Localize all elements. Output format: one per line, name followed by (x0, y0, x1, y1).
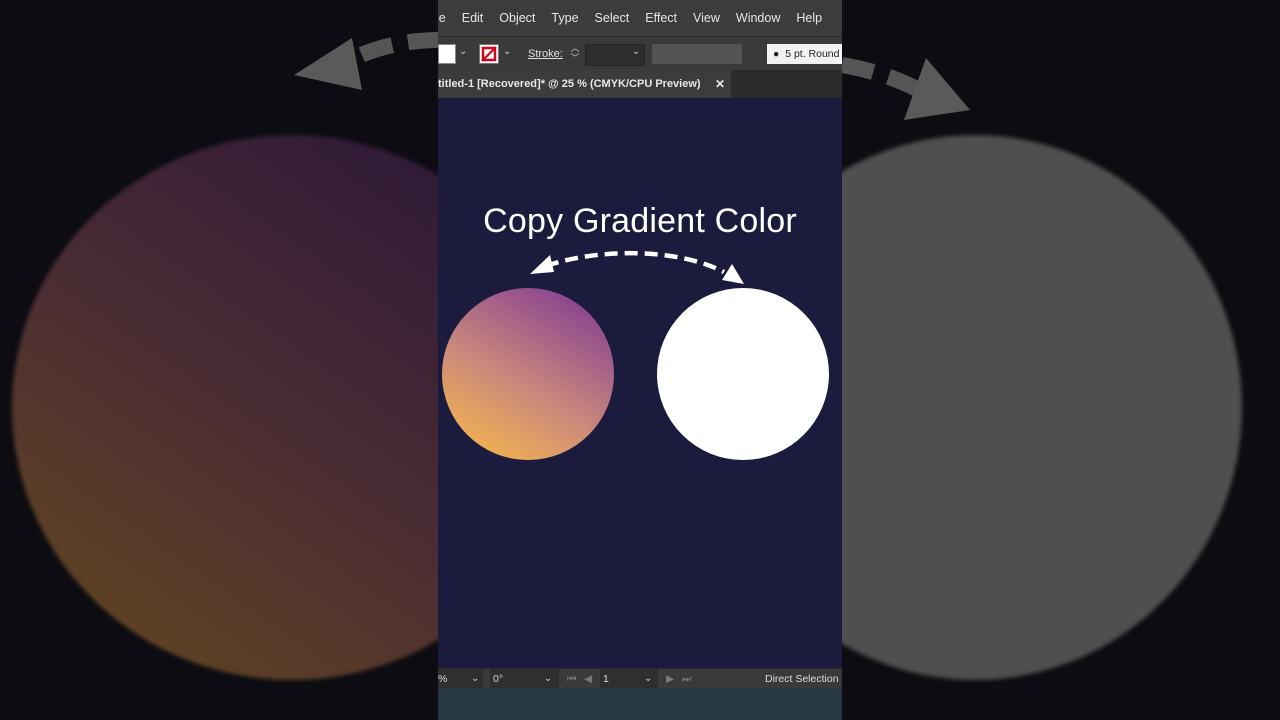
brush-dot-icon: ● (773, 48, 780, 60)
artboard-chevron-down-icon[interactable]: ⌄ (644, 669, 652, 689)
document-tab-title: titled-1 [Recovered]* @ 25 % (CMYK/CPU P… (438, 78, 701, 90)
control-bar: ⌄ ⌄ Stroke: ︿ ﹀ ⌄ ● 5 pt. Round (438, 36, 842, 71)
white-circle[interactable] (657, 288, 829, 460)
menu-type[interactable]: Type (551, 11, 578, 25)
last-artboard-icon[interactable]: ⏭ (682, 669, 691, 689)
dashed-double-arrow-icon (530, 250, 744, 284)
fill-swatch[interactable] (438, 44, 456, 64)
rotation-value: 0° (493, 673, 504, 685)
gradient-circle[interactable] (442, 288, 614, 460)
fill-chevron-down-icon[interactable]: ⌄ (459, 46, 467, 57)
no-stroke-icon (481, 46, 497, 62)
current-tool-label: Direct Selection (765, 673, 839, 685)
menu-bar: le Edit Object Type Select Effect View W… (438, 0, 842, 36)
stroke-swatch[interactable] (479, 44, 499, 64)
menu-view[interactable]: View (693, 11, 720, 25)
backdrop-arrow-right-icon (842, 57, 970, 120)
menu-effect[interactable]: Effect (645, 11, 677, 25)
backdrop-arrow-left-icon (294, 32, 440, 90)
menu-file[interactable]: le (438, 11, 446, 25)
artboard-number-value: 1 (603, 673, 609, 685)
menu-window[interactable]: Window (736, 11, 780, 25)
taskbar-strip (438, 688, 842, 720)
stroke-label[interactable]: Stroke: (528, 48, 563, 60)
first-artboard-icon[interactable]: ⏮ (567, 669, 576, 689)
next-artboard-icon[interactable]: ▶ (666, 669, 674, 689)
tab-document[interactable]: titled-1 [Recovered]* @ 25 % (CMYK/CPU P… (438, 70, 731, 98)
menu-select[interactable]: Select (595, 11, 630, 25)
menu-edit[interactable]: Edit (462, 11, 484, 25)
brush-label: 5 pt. Round (785, 48, 840, 60)
illustrator-window: le Edit Object Type Select Effect View W… (438, 0, 842, 720)
zoom-value: % (438, 673, 448, 685)
artboard-canvas[interactable]: Copy Gradient Color (438, 98, 842, 668)
variable-width-profile-field (652, 44, 742, 64)
stroke-weight-spinner-icon[interactable]: ︿ ﹀ (569, 43, 581, 65)
stroke-weight-chevron-down-icon[interactable]: ⌄ (632, 46, 640, 57)
menu-help[interactable]: Help (796, 11, 822, 25)
brush-definition-field[interactable]: ● 5 pt. Round (767, 44, 842, 64)
previous-artboard-icon[interactable]: ◀ (584, 669, 592, 689)
stroke-chevron-down-icon[interactable]: ⌄ (503, 46, 511, 57)
status-bar: % ⌄ 0° ⌄ ⏮ ◀ 1 ⌄ ▶ ⏭ Direct Selection (438, 668, 842, 689)
menu-object[interactable]: Object (499, 11, 535, 25)
zoom-chevron-down-icon[interactable]: ⌄ (471, 669, 479, 689)
document-tab-bar: titled-1 [Recovered]* @ 25 % (CMYK/CPU P… (438, 70, 842, 98)
rotation-chevron-down-icon[interactable]: ⌄ (544, 669, 552, 689)
close-icon[interactable]: ✕ (715, 70, 725, 98)
